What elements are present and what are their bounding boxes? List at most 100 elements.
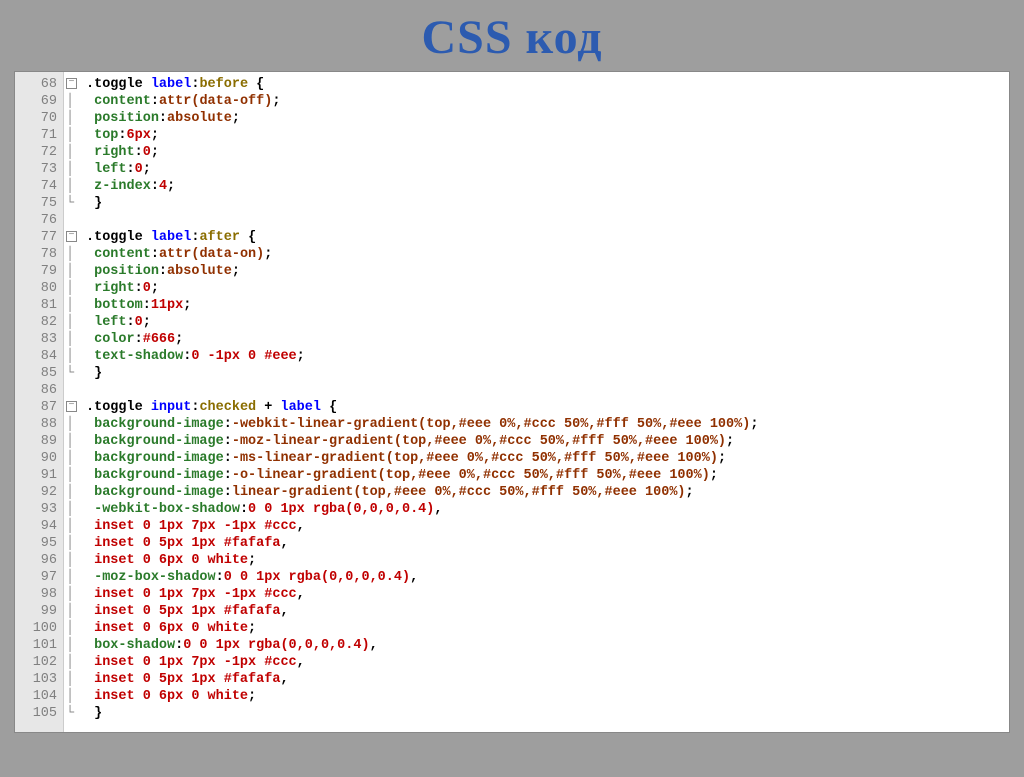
line-number: 102 (19, 654, 57, 671)
code-token (86, 281, 94, 296)
code-token: , (280, 672, 288, 687)
fold-indicator[interactable]: − (64, 399, 86, 416)
fold-indicator: │ (64, 603, 86, 620)
fold-indicator: │ (64, 178, 86, 195)
code-token: toggle (94, 400, 151, 415)
code-token: . (86, 400, 94, 415)
line-number: 97 (19, 569, 57, 586)
code-token: toggle (94, 77, 151, 92)
code-token (86, 519, 94, 534)
fold-indicator: │ (64, 467, 86, 484)
code-token: : (118, 128, 126, 143)
code-line: │ right:0; (64, 280, 1009, 297)
code-token: 0 (143, 145, 151, 160)
code-token: left (94, 315, 126, 330)
code-token: 6px (127, 128, 151, 143)
code-token: -o-linear-gradient(top,#eee 0%,#ccc 50%,… (232, 468, 710, 483)
code-token: left (94, 162, 126, 177)
code-token: after (199, 230, 240, 245)
fold-indicator: │ (64, 671, 86, 688)
line-number: 98 (19, 586, 57, 603)
code-token: background-image (94, 485, 224, 500)
line-number: 82 (19, 314, 57, 331)
fold-indicator: │ (64, 637, 86, 654)
code-token: -webkit-linear-gradient(top,#eee 0%,#ccc… (232, 417, 750, 432)
code-token (86, 179, 94, 194)
fold-indicator: │ (64, 110, 86, 127)
code-token: : (159, 264, 167, 279)
fold-collapse-icon[interactable]: − (66, 401, 77, 412)
code-token: : (240, 502, 248, 517)
code-token: background-image (94, 417, 224, 432)
code-token: input (151, 400, 192, 415)
line-number: 74 (19, 178, 57, 195)
code-line: │ color:#666; (64, 331, 1009, 348)
code-token (86, 621, 94, 636)
line-number-gutter: 6869707172737475767778798081828384858687… (15, 72, 64, 732)
code-token: inset 0 5px 1px #fafafa (94, 672, 280, 687)
code-line: │ left:0; (64, 161, 1009, 178)
fold-indicator: │ (64, 161, 86, 178)
code-token: box-shadow (94, 638, 175, 653)
code-token (86, 672, 94, 687)
code-token: } (86, 366, 102, 381)
line-number: 93 (19, 501, 57, 518)
code-token: inset 0 6px 0 white (94, 621, 248, 636)
code-token: -moz-box-shadow (94, 570, 216, 585)
fold-indicator: │ (64, 484, 86, 501)
line-number: 96 (19, 552, 57, 569)
code-token (86, 485, 94, 500)
code-token: ; (248, 689, 256, 704)
line-number: 70 (19, 110, 57, 127)
code-line: │ background-image:-o-linear-gradient(to… (64, 467, 1009, 484)
code-line: │ content:attr(data-on); (64, 246, 1009, 263)
code-token: content (94, 94, 151, 109)
code-token: 4 (159, 179, 167, 194)
fold-indicator[interactable]: − (64, 76, 86, 93)
code-token (86, 94, 94, 109)
code-token: , (297, 519, 305, 534)
code-token (86, 689, 94, 704)
fold-collapse-icon[interactable]: − (66, 78, 77, 89)
code-token: , (280, 536, 288, 551)
code-line: │ content:attr(data-off); (64, 93, 1009, 110)
code-line: │ inset 0 5px 1px #fafafa, (64, 603, 1009, 620)
code-token: 0 (135, 315, 143, 330)
code-token: ; (175, 332, 183, 347)
code-line: │ inset 0 6px 0 white; (64, 620, 1009, 637)
code-token: 0 (135, 162, 143, 177)
code-token (86, 570, 94, 585)
code-token: right (94, 281, 135, 296)
code-token (86, 587, 94, 602)
fold-indicator: │ (64, 314, 86, 331)
code-token: , (434, 502, 442, 517)
fold-indicator: │ (64, 586, 86, 603)
fold-collapse-icon[interactable]: − (66, 231, 77, 242)
code-token: ; (151, 145, 159, 160)
code-token: + (256, 400, 280, 415)
code-token: attr(data-off) (159, 94, 272, 109)
code-token: : (135, 281, 143, 296)
line-number: 72 (19, 144, 57, 161)
code-token (86, 247, 94, 262)
slide-title: CSS код (0, 10, 1024, 65)
code-token: inset 0 1px 7px -1px #ccc (94, 587, 297, 602)
code-line: └ } (64, 705, 1009, 722)
line-number: 69 (19, 93, 57, 110)
code-token (86, 162, 94, 177)
code-line: └ } (64, 365, 1009, 382)
code-token (86, 298, 94, 313)
fold-indicator[interactable]: − (64, 229, 86, 246)
code-token: : (224, 485, 232, 500)
code-token: -webkit-box-shadow (94, 502, 240, 517)
code-line: └ } (64, 195, 1009, 212)
code-token: : (224, 468, 232, 483)
code-token: content (94, 247, 151, 262)
code-token: 0 0 1px rgba(0,0,0,0.4) (248, 502, 434, 517)
code-token (86, 434, 94, 449)
code-token: } (86, 706, 102, 721)
code-line (64, 382, 1009, 399)
code-token: inset 0 1px 7px -1px #ccc (94, 519, 297, 534)
code-line: │ left:0; (64, 314, 1009, 331)
code-line (64, 212, 1009, 229)
